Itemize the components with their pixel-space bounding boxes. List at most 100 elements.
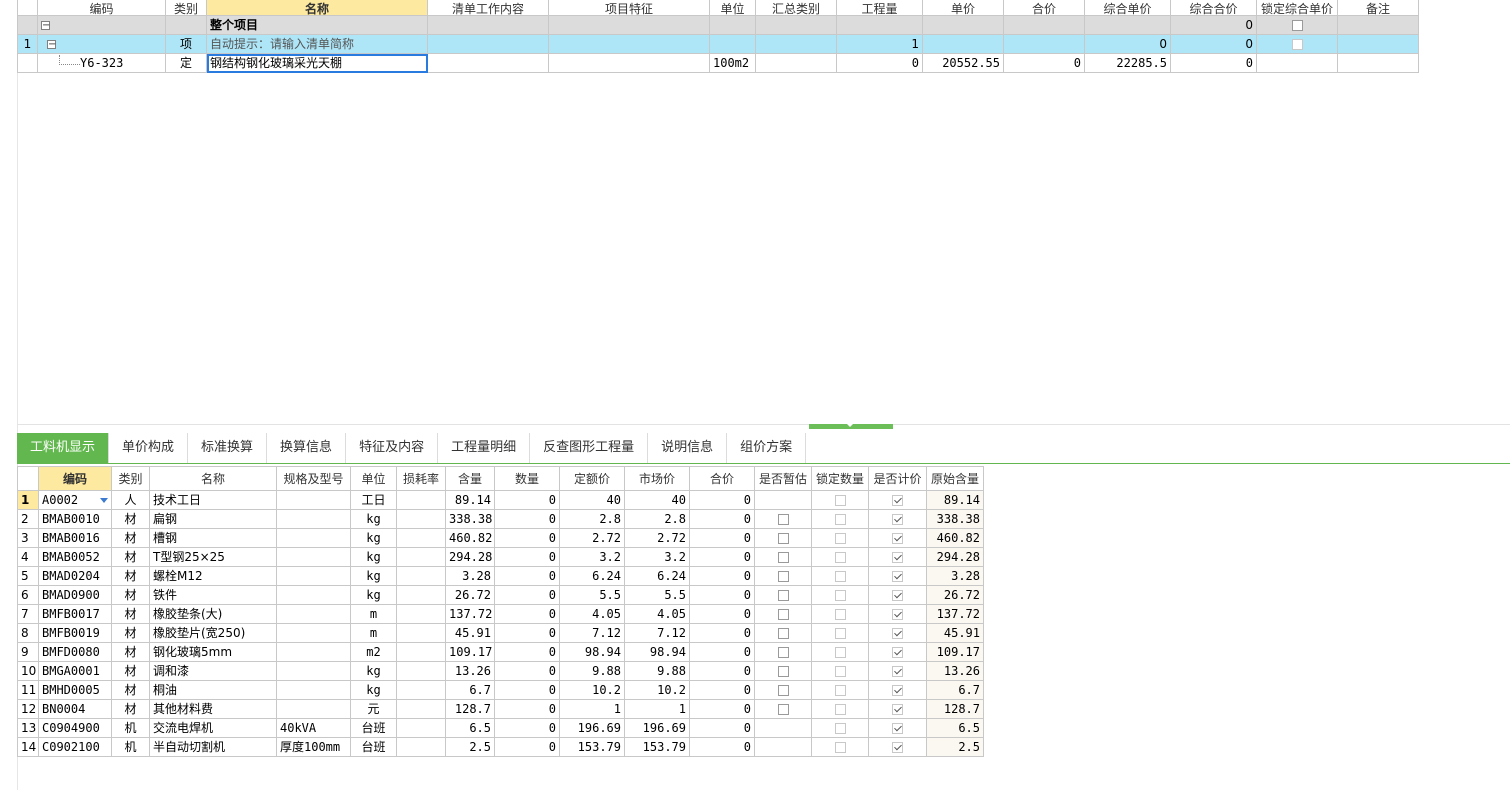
lock-quantity-cell[interactable] [811,547,869,567]
item-comp-total[interactable]: 0 [1170,34,1257,54]
priced-checkbox[interactable] [892,665,903,677]
resource-unit[interactable]: kg [350,585,397,605]
lock-quantity-checkbox[interactable] [834,608,846,620]
resource-row[interactable]: 11 BMHD0005 材桐油 kg 6.7 0 10.2 10.2 0 6.7 [17,680,984,700]
resource-market-price[interactable]: 5.5 [624,585,690,605]
resource-market-price[interactable]: 40 [624,490,690,510]
is-estimate-cell[interactable] [754,737,812,757]
resource-code[interactable]: BMFB0019 [38,623,112,643]
col-header-quota-price[interactable]: 定额价 [559,466,625,491]
lock-quantity-checkbox[interactable] [834,589,846,601]
resource-spec[interactable] [276,623,351,643]
col-header-feature[interactable]: 项目特征 [548,0,710,16]
col-header-quantity[interactable]: 数量 [494,466,560,491]
resource-loss-rate[interactable] [396,509,446,529]
resource-spec[interactable] [276,585,351,605]
item-quantity[interactable]: 1 [836,34,923,54]
resource-loss-rate[interactable] [396,528,446,548]
col-header-name[interactable]: 名称 [206,0,428,16]
resource-total[interactable]: 0 [689,699,755,719]
lock-quantity-checkbox[interactable] [834,741,846,753]
col-header-market-price[interactable]: 市场价 [624,466,690,491]
resource-market-price[interactable]: 153.79 [624,737,690,757]
resource-code[interactable]: BMAB0010 [38,509,112,529]
resource-unit[interactable]: kg [350,680,397,700]
resource-type[interactable]: 材 [111,509,150,529]
resource-unit[interactable]: kg [350,547,397,567]
resource-unit[interactable]: 台班 [350,737,397,757]
resource-row[interactable]: 14 C0902100 机半自动切割机 厚度100mm 台班 2.5 0 153.79 153.… [17,737,984,757]
resource-unit[interactable]: 工日 [350,490,397,510]
resource-row[interactable]: 9 BMFD0080 材钢化玻璃5mm m2 109.17 0 98.94 98.94 0 109… [17,642,984,662]
quota-row[interactable]: Y6-323 定 钢结构钢化玻璃采光天棚 100m2 0 20552.55 0 … [17,53,1419,73]
priced-checkbox[interactable] [892,627,903,639]
resource-loss-rate[interactable] [396,661,446,681]
lock-quantity-cell[interactable] [811,509,869,529]
resource-name[interactable]: 调和漆 [149,661,277,681]
item-name-hint[interactable]: 自动提示：请输入清单简称 [206,34,428,54]
resource-name[interactable]: 扁钢 [149,509,277,529]
lock-quantity-cell[interactable] [811,680,869,700]
resource-content[interactable]: 13.26 [445,661,495,681]
tab-reverse-lookup[interactable]: 反查图形工程量 [530,433,649,463]
lock-quantity-checkbox[interactable] [834,551,846,563]
resource-quota-price[interactable]: 2.8 [559,509,625,529]
tab-labor-material-machine[interactable]: 工料机显示 [17,433,110,463]
resource-content[interactable]: 6.7 [445,680,495,700]
priced-checkbox[interactable] [892,532,903,544]
resource-quota-price[interactable]: 6.24 [559,566,625,586]
resource-quantity[interactable]: 0 [494,528,560,548]
resource-unit[interactable]: m2 [350,642,397,662]
is-priced-cell[interactable] [868,737,927,757]
resource-content[interactable]: 137.72 [445,604,495,624]
resource-content[interactable]: 128.7 [445,699,495,719]
is-estimate-cell[interactable] [754,585,812,605]
priced-checkbox[interactable] [892,722,903,734]
resource-loss-rate[interactable] [396,737,446,757]
col-header-comp-total[interactable]: 综合合价 [1170,0,1257,16]
lock-quantity-checkbox[interactable] [834,513,846,525]
is-priced-cell[interactable] [868,718,927,738]
resource-quantity[interactable]: 0 [494,490,560,510]
resource-loss-rate[interactable] [396,490,446,510]
tab-description[interactable]: 说明信息 [648,433,728,463]
resource-content[interactable]: 294.28 [445,547,495,567]
resource-quantity[interactable]: 0 [494,699,560,719]
resource-quota-price[interactable]: 9.88 [559,661,625,681]
resource-quota-price[interactable]: 5.5 [559,585,625,605]
resource-spec[interactable] [276,699,351,719]
lock-checkbox[interactable] [1291,19,1303,31]
resource-loss-rate[interactable] [396,699,446,719]
lock-quantity-cell[interactable] [811,623,869,643]
resource-spec[interactable] [276,604,351,624]
resource-quota-price[interactable]: 2.72 [559,528,625,548]
resource-loss-rate[interactable] [396,623,446,643]
resource-spec[interactable]: 40kVA [276,718,351,738]
resource-spec[interactable] [276,547,351,567]
lock-quantity-cell[interactable] [811,737,869,757]
resource-row[interactable]: 2 BMAB0010 材扁钢 kg 338.38 0 2.8 2.8 0 338.38 [17,509,984,529]
resource-name[interactable]: 交流电焊机 [149,718,277,738]
resource-type[interactable]: 材 [111,661,150,681]
resource-spec[interactable]: 厚度100mm [276,737,351,757]
col-header-code[interactable]: 编码 [38,466,112,491]
resource-market-price[interactable]: 7.12 [624,623,690,643]
resource-market-price[interactable]: 98.94 [624,642,690,662]
col-header-is-estimate[interactable]: 是否暂估 [754,466,812,491]
col-header-total[interactable]: 合价 [689,466,755,491]
collapse-icon[interactable]: − [47,39,56,49]
item-comp-unit-price[interactable]: 0 [1084,34,1171,54]
is-estimate-cell[interactable] [754,680,812,700]
chevron-down-icon[interactable] [846,423,854,427]
priced-checkbox[interactable] [892,684,903,696]
lock-quantity-checkbox[interactable] [834,532,846,544]
resource-total[interactable]: 0 [689,661,755,681]
is-priced-cell[interactable] [868,547,927,567]
resource-total[interactable]: 0 [689,490,755,510]
col-header-comp-unit-price[interactable]: 综合单价 [1084,0,1171,16]
resource-quantity[interactable]: 0 [494,661,560,681]
col-header-original-content[interactable]: 原始含量 [926,466,984,491]
resource-code[interactable]: BN0004 [38,699,112,719]
priced-checkbox[interactable] [892,589,903,601]
resource-type[interactable]: 材 [111,566,150,586]
